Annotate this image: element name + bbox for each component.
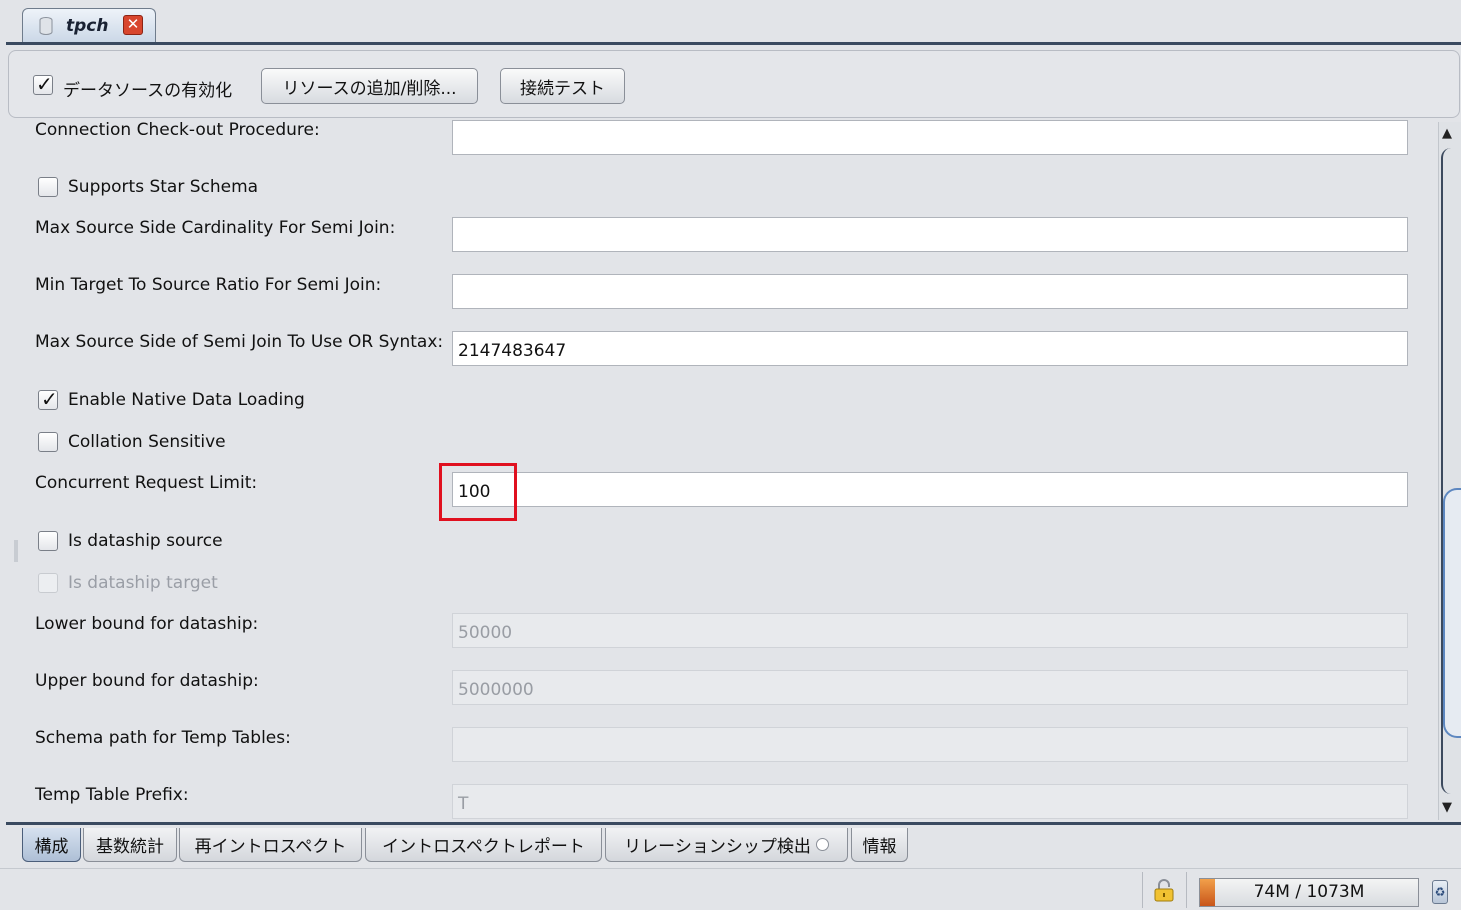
supports-star-schema-checkbox[interactable] [38, 177, 58, 197]
temp-table-prefix-label: Temp Table Prefix: [35, 785, 189, 805]
native-loading-checkbox[interactable] [38, 387, 58, 411]
max-cardinality-input[interactable] [452, 217, 1408, 252]
toolbar: データソースの有効化 リソースの追加/削除... 接続テスト [8, 50, 1460, 118]
garbage-collect-icon[interactable]: ♻ [1432, 880, 1448, 904]
tab-configuration[interactable]: 構成 [22, 828, 81, 862]
database-icon [39, 17, 53, 35]
tab-divider [6, 42, 1461, 45]
schema-path-label: Schema path for Temp Tables: [35, 728, 291, 748]
scroll-down-icon[interactable]: ▼ [1442, 800, 1452, 815]
tab-reintrospect[interactable]: 再イントロスペクト [179, 828, 362, 862]
supports-star-schema-label: Supports Star Schema [68, 177, 259, 197]
dataship-source-label: Is dataship source [68, 531, 223, 551]
scroll-thumb[interactable] [1443, 488, 1461, 738]
dataship-target-checkbox [38, 573, 58, 593]
test-connection-button[interactable]: 接続テスト [500, 68, 625, 104]
configuration-form: Connection Check-out Procedure: Supports… [14, 120, 1434, 822]
concurrent-limit-label: Concurrent Request Limit: [35, 473, 258, 493]
tab-cardinality-stats[interactable]: 基数統計 [83, 828, 177, 862]
status-dot-icon [815, 838, 829, 851]
tab-introspection-report[interactable]: イントロスペクトレポート [365, 828, 602, 862]
editor-tab-tpch[interactable]: tpch ✕ [22, 8, 156, 44]
max-or-syntax-input[interactable]: 2147483647 [452, 331, 1408, 366]
lock-icon[interactable] [1153, 878, 1175, 902]
checkout-procedure-input[interactable] [452, 120, 1408, 155]
memory-usage-text: 74M / 1073M [1253, 882, 1365, 902]
concurrent-limit-input[interactable]: 100 [452, 472, 1408, 507]
enable-datasource-checkbox[interactable] [33, 72, 53, 96]
highlight-box [439, 463, 517, 521]
status-bar-separator [0, 868, 1461, 869]
enable-datasource-label: データソースの有効化 [63, 81, 233, 101]
memory-usage-bar[interactable]: 74M / 1073M [1199, 878, 1419, 907]
tab-info[interactable]: 情報 [851, 828, 908, 862]
schema-path-input [452, 727, 1408, 762]
splitter-handle[interactable] [14, 540, 18, 562]
lower-bound-label: Lower bound for dataship: [35, 614, 259, 634]
scroll-up-icon[interactable]: ▲ [1442, 126, 1452, 141]
collation-sensitive-label: Collation Sensitive [68, 432, 226, 452]
scroll-track[interactable] [1441, 148, 1461, 794]
tab-relationship-discovery-label: リレーションシップ検出 [624, 837, 811, 857]
max-or-syntax-label: Max Source Side of Semi Join To Use OR S… [35, 332, 444, 352]
upper-bound-input: 5000000 [452, 670, 1408, 705]
lower-bound-input: 50000 [452, 613, 1408, 648]
dataship-source-checkbox[interactable] [38, 531, 58, 551]
vertical-scrollbar[interactable]: ▲ ▼ [1438, 122, 1461, 820]
add-remove-resources-button[interactable]: リソースの追加/削除... [261, 68, 478, 104]
memory-usage-fill [1200, 879, 1215, 906]
dataship-target-label: Is dataship target [68, 573, 218, 593]
close-icon[interactable]: ✕ [123, 15, 143, 35]
min-ratio-input[interactable] [452, 274, 1408, 309]
upper-bound-label: Upper bound for dataship: [35, 671, 259, 691]
bottom-tab-divider [6, 822, 1461, 825]
min-ratio-label: Min Target To Source Ratio For Semi Join… [35, 275, 382, 295]
temp-table-prefix-input: T [452, 784, 1408, 819]
status-divider [1186, 872, 1187, 908]
collation-sensitive-checkbox[interactable] [38, 432, 58, 452]
tab-relationship-discovery[interactable]: リレーションシップ検出 [605, 828, 848, 862]
native-loading-label: Enable Native Data Loading [68, 390, 305, 410]
checkout-procedure-label: Connection Check-out Procedure: [35, 120, 320, 140]
status-divider [1142, 872, 1143, 908]
max-cardinality-label: Max Source Side Cardinality For Semi Joi… [35, 218, 396, 238]
editor-tab-title: tpch [66, 16, 109, 36]
editor-tab-bar: tpch ✕ [0, 0, 1461, 46]
